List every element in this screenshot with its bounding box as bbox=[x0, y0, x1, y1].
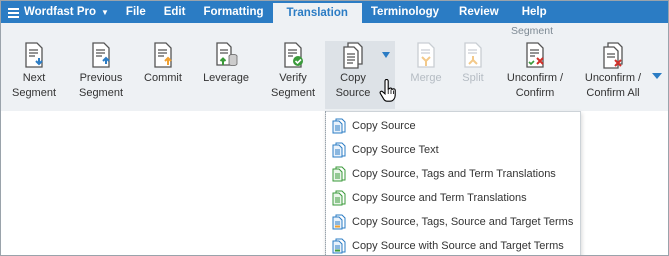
split-icon bbox=[464, 42, 482, 68]
previous-segment-label-2: Segment bbox=[78, 87, 124, 99]
merge-label: Merge bbox=[410, 72, 442, 84]
previous-segment-icon bbox=[92, 42, 110, 68]
commit-button[interactable]: Commit bbox=[139, 41, 187, 109]
verify-segment-button[interactable]: Verify Segment bbox=[266, 41, 320, 109]
app-menu[interactable]: Wordfast Pro ▼ bbox=[1, 1, 117, 23]
menu-item-copy-source[interactable]: Copy Source bbox=[326, 114, 580, 138]
menu-item-copy-source-tags-term-translations[interactable]: Copy Source, Tags and Term Translations bbox=[326, 162, 580, 186]
previous-segment-button[interactable]: Previous Segment bbox=[73, 41, 129, 109]
menu-file[interactable]: File bbox=[117, 1, 155, 23]
menu-item-copy-source-text[interactable]: Copy Source Text bbox=[326, 138, 580, 162]
previous-segment-label-1: Previous bbox=[79, 72, 123, 84]
menu-item-copy-source-term-translations[interactable]: Copy Source and Term Translations bbox=[326, 186, 580, 210]
leverage-button[interactable]: Leverage bbox=[198, 41, 254, 109]
split-label: Split bbox=[462, 72, 484, 84]
unconfirm-confirm-all-label-2: Confirm All bbox=[586, 87, 640, 99]
unconfirm-confirm-label-2: Confirm bbox=[515, 87, 555, 99]
menu-terminology[interactable]: Terminology bbox=[362, 1, 448, 23]
application-window: Wordfast Pro ▼ File Edit Formatting Tran… bbox=[0, 0, 669, 256]
next-segment-icon bbox=[25, 42, 43, 68]
split-button[interactable]: Split bbox=[453, 41, 493, 109]
menu-translation[interactable]: Translation bbox=[272, 1, 362, 23]
merge-button[interactable]: Merge bbox=[405, 41, 447, 109]
copy-document-icon bbox=[332, 118, 346, 134]
merge-icon bbox=[417, 42, 435, 68]
leverage-label: Leverage bbox=[203, 72, 249, 84]
copy-source-target-icon bbox=[332, 214, 346, 230]
hand-cursor-icon bbox=[379, 79, 396, 102]
copy-source-icon bbox=[343, 42, 363, 69]
unconfirm-confirm-label-1: Unconfirm / bbox=[506, 72, 564, 84]
menu-item-label: Copy Source, Tags and Term Translations bbox=[352, 168, 556, 180]
menu-item-label: Copy Source, Tags, Source and Target Ter… bbox=[352, 216, 574, 228]
unconfirm-confirm-all-label-1: Unconfirm / bbox=[584, 72, 642, 84]
next-segment-button[interactable]: Next Segment bbox=[9, 41, 59, 109]
unconfirm-confirm-button[interactable]: Unconfirm / Confirm bbox=[501, 41, 569, 109]
unconfirm-confirm-all-icon bbox=[603, 42, 623, 69]
copy-source-label-2: Source bbox=[335, 87, 371, 99]
chevron-down-icon: ▼ bbox=[101, 7, 109, 17]
leverage-icon bbox=[216, 42, 238, 66]
menu-formatting[interactable]: Formatting bbox=[194, 1, 272, 23]
verify-segment-label-2: Segment bbox=[270, 87, 316, 99]
copy-terms-icon bbox=[332, 166, 346, 182]
menu-item-label: Copy Source Text bbox=[352, 144, 439, 156]
commit-label: Commit bbox=[144, 72, 182, 84]
next-segment-label-2: Segment bbox=[11, 87, 57, 99]
unconfirm-confirm-icon bbox=[526, 42, 544, 68]
verify-segment-icon bbox=[284, 42, 303, 68]
copy-source-menu: Copy Source Copy Source Text Copy Source… bbox=[325, 111, 581, 255]
verify-segment-label-1: Verify bbox=[279, 72, 307, 84]
copy-source-label-1: Copy bbox=[340, 72, 366, 84]
menu-item-label: Copy Source with Source and Target Terms bbox=[352, 240, 564, 252]
ribbon: Segment Next Segment Previous Segment Co… bbox=[1, 23, 668, 111]
menubar: Wordfast Pro ▼ File Edit Formatting Tran… bbox=[1, 1, 668, 23]
copy-source-dropdown-arrow-icon[interactable] bbox=[382, 52, 390, 58]
menu-divider bbox=[325, 111, 326, 255]
menu-edit[interactable]: Edit bbox=[155, 1, 195, 23]
next-segment-label-1: Next bbox=[22, 72, 46, 84]
copy-document-icon bbox=[332, 142, 346, 158]
menu-item-label: Copy Source and Term Translations bbox=[352, 192, 527, 204]
menu-item-copy-source-with-source-target-terms[interactable]: Copy Source with Source and Target Terms bbox=[326, 234, 580, 255]
commit-icon bbox=[154, 42, 172, 68]
menu-help[interactable]: Help bbox=[510, 1, 559, 23]
menu-item-copy-source-tags-source-target-terms[interactable]: Copy Source, Tags, Source and Target Ter… bbox=[326, 210, 580, 234]
app-menu-label: Wordfast Pro bbox=[24, 6, 96, 18]
copy-source-target-icon bbox=[332, 238, 346, 254]
unconfirm-confirm-all-button[interactable]: Unconfirm / Confirm All bbox=[579, 41, 647, 109]
hamburger-icon bbox=[8, 7, 19, 18]
menu-item-label: Copy Source bbox=[352, 120, 416, 132]
group-label-segment: Segment bbox=[510, 25, 554, 37]
menu-review[interactable]: Review bbox=[448, 1, 510, 23]
ribbon-expand-icon[interactable] bbox=[652, 73, 662, 79]
copy-terms-icon bbox=[332, 190, 346, 206]
